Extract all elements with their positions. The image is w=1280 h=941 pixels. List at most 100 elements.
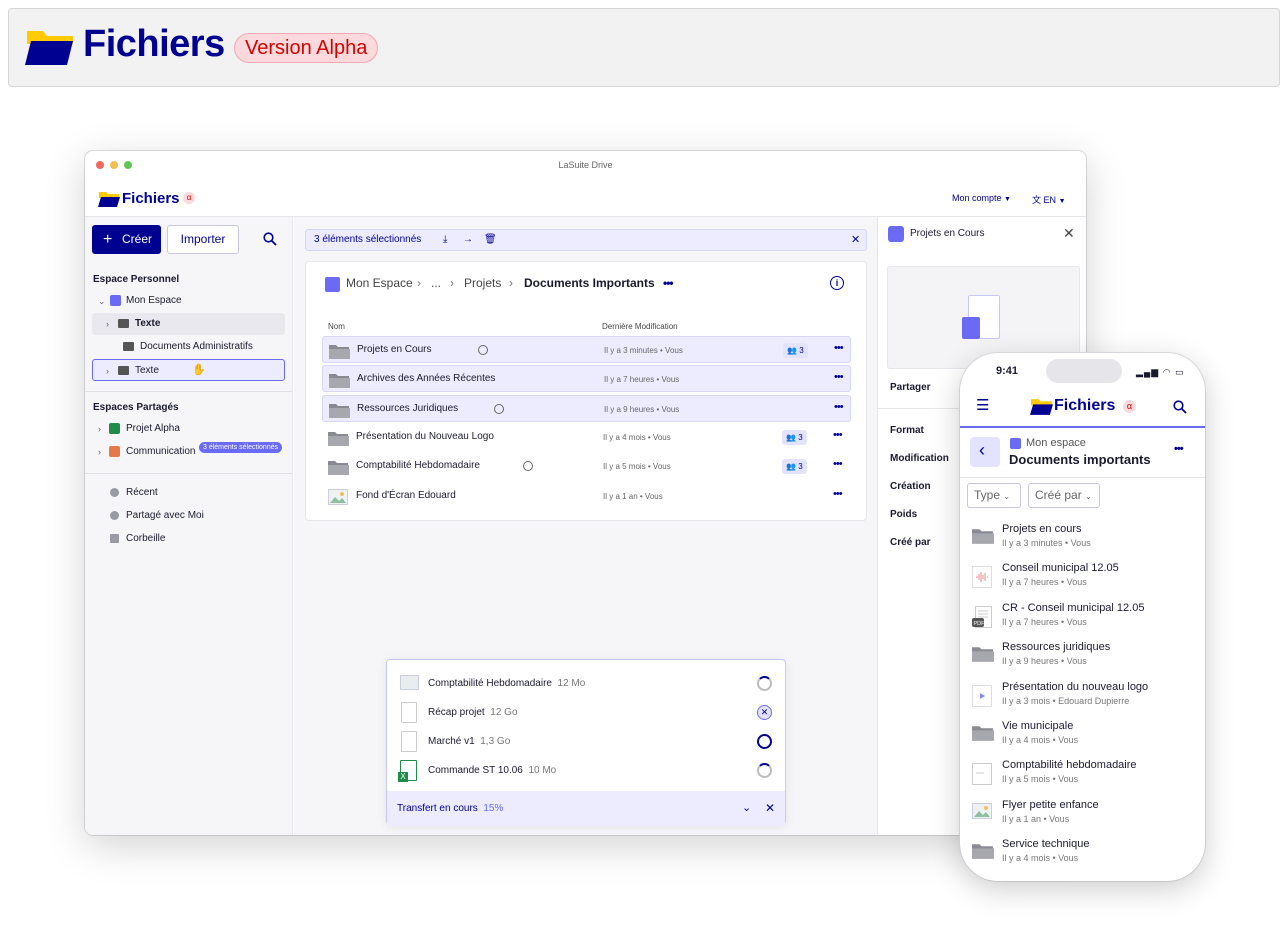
create-button[interactable]: + Créer bbox=[92, 225, 161, 254]
table-row[interactable]: Archives des Années Récentes Il y a 7 heu… bbox=[322, 365, 851, 393]
breadcrumb-projets[interactable]: Projets bbox=[464, 276, 501, 290]
document-file-icon bbox=[401, 702, 417, 723]
audio-file-icon bbox=[972, 566, 992, 589]
shared-users-badge[interactable]: 👥 3 bbox=[782, 459, 807, 475]
mobile-list-item[interactable]: Ressources juridiques Il y a 9 heures • V… bbox=[968, 639, 1164, 675]
table-row[interactable]: Comptabilité Hebdomadaire Il y a 5 mois •… bbox=[322, 453, 851, 480]
chevron-right-icon[interactable]: › bbox=[106, 320, 109, 329]
mobile-list-item[interactable]: Projets en cours Il y a 3 minutes • Vous bbox=[968, 521, 1164, 557]
trash-icon[interactable]: 🗑 bbox=[484, 230, 497, 250]
mobile-list-item[interactable]: Comptabilité hebdomadaire Il y a 5 mois •… bbox=[968, 757, 1164, 793]
pdf-file-icon: PDF bbox=[972, 605, 992, 628]
more-options-icon[interactable]: ••• bbox=[663, 276, 674, 290]
more-options-icon[interactable]: ••• bbox=[833, 458, 843, 470]
table-row[interactable]: Ressources Juridiques Il y a 9 heures • V… bbox=[322, 394, 851, 422]
mobile-list-item[interactable]: Vie municipale Il y a 4 mois • Vous bbox=[968, 718, 1164, 754]
folder-logo-icon bbox=[98, 191, 120, 207]
item-name: Comptabilité hebdomadaire bbox=[1002, 759, 1137, 772]
table-row[interactable]: Fond d'Écran Edouard Il y a 1 an • Vous ••… bbox=[322, 483, 851, 510]
chevron-right-icon[interactable]: › bbox=[98, 448, 101, 457]
nav-recent[interactable]: Récent bbox=[110, 487, 158, 498]
close-icon[interactable]: ✕ bbox=[851, 230, 860, 250]
breadcrumb-mon-espace[interactable]: Mon Espace bbox=[346, 276, 413, 290]
tree-item-texte[interactable]: › Texte bbox=[92, 313, 285, 335]
mobile-list-item[interactable]: Présentation du nouveau logo Il y a 3 moi… bbox=[968, 679, 1164, 715]
document-file-icon bbox=[972, 763, 992, 786]
close-icon[interactable]: ✕ bbox=[765, 791, 775, 826]
search-icon[interactable] bbox=[1173, 400, 1187, 414]
detail-label: Poids bbox=[890, 509, 918, 520]
language-menu[interactable]: 文 EN ▼ bbox=[1032, 193, 1066, 206]
more-options-icon[interactable]: ••• bbox=[833, 488, 843, 500]
minimize-window-button[interactable] bbox=[110, 161, 118, 169]
mobile-list-item[interactable]: PDF CR - Conseil municipal 12.05 Il y a 7 … bbox=[968, 600, 1164, 636]
info-icon[interactable]: i bbox=[830, 276, 844, 290]
people-icon: 👥 bbox=[787, 346, 797, 355]
shared-users-badge[interactable]: 👥 3 bbox=[782, 429, 807, 445]
nav-shared-with-me[interactable]: Partagé avec Moi bbox=[110, 510, 204, 521]
video-file-icon bbox=[972, 684, 992, 707]
file-browser-card: Mon Espace › ... › Projets › Documents I… bbox=[305, 261, 867, 521]
tree-item-texte-drop-target[interactable]: › Texte ✋ bbox=[92, 359, 285, 381]
folder-icon bbox=[118, 319, 129, 328]
more-options-icon[interactable]: ••• bbox=[1174, 443, 1184, 455]
download-icon[interactable]: ⤓ bbox=[443, 230, 447, 250]
upload-item: Récap projet 12 Go ✕ bbox=[387, 698, 785, 727]
import-button[interactable]: Importer bbox=[167, 225, 239, 254]
tree-item-documents-administratifs[interactable]: Documents Administratifs bbox=[92, 336, 285, 358]
mobile-list-item[interactable]: Conseil municipal 12.05 Il y a 7 heures •… bbox=[968, 560, 1164, 596]
mobile-space-name[interactable]: Mon espace bbox=[1026, 437, 1086, 449]
mobile-folder-title: Documents importants bbox=[1009, 452, 1151, 467]
column-header-name[interactable]: Nom bbox=[328, 322, 345, 331]
breadcrumb-ellipsis[interactable]: ... bbox=[431, 276, 441, 290]
language-label: EN bbox=[1043, 195, 1057, 205]
hamburger-menu-icon[interactable]: ☰ bbox=[976, 398, 989, 413]
main-content: 3 éléments sélectionnés ⤓ → 🗑 ✕ Mon Espa… bbox=[294, 217, 877, 835]
mobile-list-item[interactable]: Service technique Il y a 4 mois • Vous bbox=[968, 836, 1164, 872]
progress-spinner-icon bbox=[757, 676, 772, 691]
tree-item-projet-alpha[interactable]: › Projet Alpha bbox=[92, 418, 285, 440]
table-row[interactable]: Présentation du Nouveau Logo Il y a 4 moi… bbox=[322, 424, 851, 451]
tree-item-communication[interactable]: › Communication bbox=[92, 441, 285, 463]
close-icon[interactable]: ✕ bbox=[1063, 225, 1075, 242]
back-button[interactable]: ‹ bbox=[970, 437, 1000, 467]
breadcrumb-current: Documents Importants bbox=[524, 276, 655, 290]
cancel-upload-icon[interactable]: ✕ bbox=[757, 705, 772, 720]
mobile-header: ☰ Fichiers α bbox=[960, 388, 1205, 428]
shared-users-badge[interactable]: 👥 3 bbox=[783, 343, 808, 358]
translate-icon: 文 bbox=[1032, 195, 1042, 205]
folder-icon bbox=[972, 527, 994, 544]
chevron-down-icon[interactable]: ⌄ bbox=[742, 791, 751, 826]
filter-type[interactable]: Type ⌄ bbox=[967, 483, 1021, 508]
user-space-icon bbox=[110, 295, 121, 306]
move-arrow-icon[interactable]: → bbox=[463, 230, 473, 250]
share-label[interactable]: Partager bbox=[890, 382, 931, 393]
folder-icon bbox=[972, 645, 994, 663]
table-row[interactable]: Projets en Cours Il y a 3 minutes • Vous 👥… bbox=[322, 336, 851, 363]
account-menu[interactable]: Mon compte ▼ bbox=[952, 193, 1011, 203]
tree-item-label: Communication bbox=[126, 446, 196, 457]
tree-item-mon-espace[interactable]: ⌄ Mon Espace bbox=[92, 290, 285, 312]
row-name: Projets en Cours bbox=[357, 344, 432, 355]
more-options-icon[interactable]: ••• bbox=[834, 371, 844, 383]
more-options-icon[interactable]: ••• bbox=[834, 401, 844, 413]
more-options-icon[interactable]: ••• bbox=[834, 342, 844, 354]
search-icon[interactable] bbox=[263, 232, 277, 246]
clock-icon bbox=[110, 488, 119, 497]
chevron-right-icon[interactable]: › bbox=[98, 425, 101, 434]
item-name: Vie municipale bbox=[1002, 720, 1074, 732]
tree-item-label: Texte bbox=[135, 365, 159, 376]
filter-created-by[interactable]: Créé par ⌄ bbox=[1028, 483, 1100, 508]
chevron-down-icon[interactable]: ⌄ bbox=[98, 297, 106, 306]
maximize-window-button[interactable] bbox=[124, 161, 132, 169]
caret-down-icon: ▼ bbox=[1004, 196, 1011, 203]
column-header-modified[interactable]: Dernière Modification bbox=[602, 322, 678, 331]
nav-trash[interactable]: Corbeille bbox=[110, 533, 165, 544]
folder-icon bbox=[328, 430, 349, 446]
mobile-list-item[interactable]: Flyer petite enfance Il y a 1 an • Vous bbox=[968, 797, 1164, 833]
chevron-right-icon[interactable]: › bbox=[106, 367, 109, 376]
more-options-icon[interactable]: ••• bbox=[833, 429, 843, 441]
close-window-button[interactable] bbox=[96, 161, 104, 169]
caret-down-icon: ▼ bbox=[1058, 198, 1066, 205]
grab-hand-icon: ✋ bbox=[192, 364, 206, 376]
